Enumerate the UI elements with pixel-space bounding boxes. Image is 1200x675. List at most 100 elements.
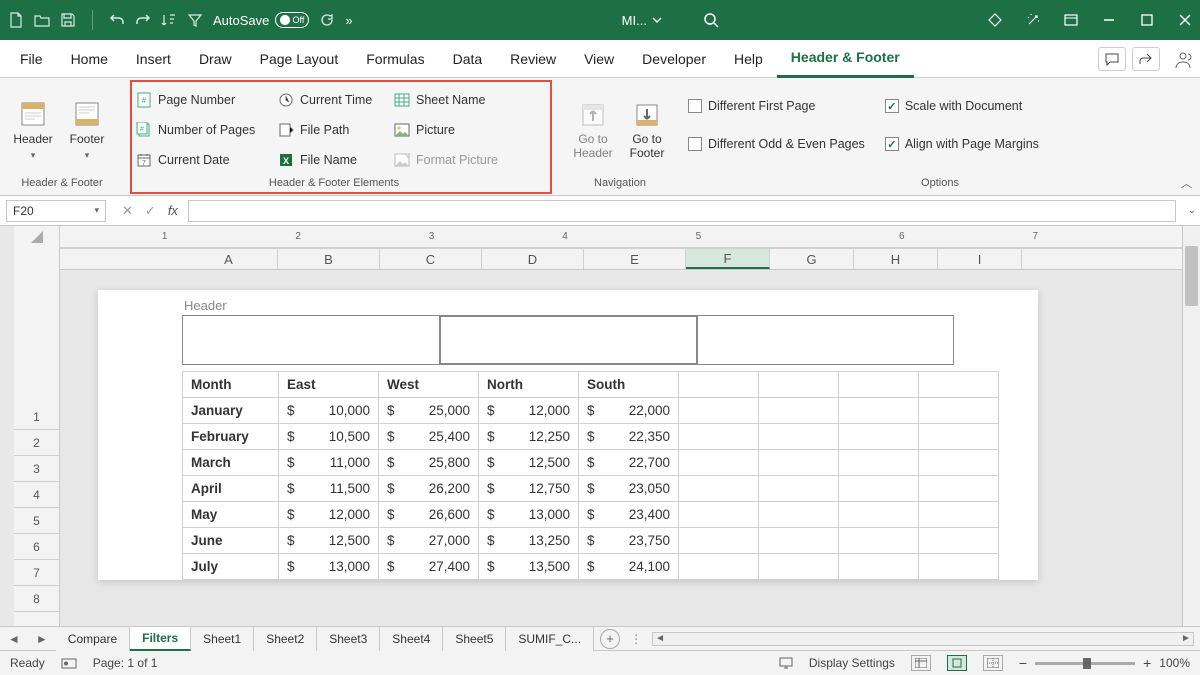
cell[interactable] xyxy=(919,502,999,528)
account-icon[interactable] xyxy=(1172,48,1194,70)
cell[interactable] xyxy=(759,502,839,528)
cell[interactable]: $10,000 xyxy=(279,398,379,424)
file-path-button[interactable]: File Path xyxy=(274,118,386,142)
column-header[interactable]: E xyxy=(584,249,686,269)
column-header[interactable]: G xyxy=(770,249,854,269)
cell[interactable] xyxy=(839,528,919,554)
sheet-name-button[interactable]: Sheet Name xyxy=(390,88,520,112)
cell[interactable] xyxy=(679,554,759,580)
zoom-out-button[interactable]: − xyxy=(1019,655,1027,671)
cell[interactable] xyxy=(679,450,759,476)
wand-icon[interactable] xyxy=(1026,13,1040,27)
row-header[interactable]: 6 xyxy=(14,534,59,560)
cell[interactable]: April xyxy=(183,476,279,502)
page-number-button[interactable]: # Page Number xyxy=(132,88,270,112)
goto-footer-button[interactable]: Go to Footer xyxy=(622,82,672,173)
select-all-corner[interactable] xyxy=(14,226,60,248)
cell[interactable]: $12,750 xyxy=(479,476,579,502)
cell[interactable]: $26,200 xyxy=(379,476,479,502)
tab-file[interactable]: File xyxy=(6,40,57,78)
cell[interactable]: July xyxy=(183,554,279,580)
maximize-icon[interactable] xyxy=(1140,13,1154,27)
cell[interactable]: $10,500 xyxy=(279,424,379,450)
cell[interactable]: $25,000 xyxy=(379,398,479,424)
new-sheet-button[interactable]: + xyxy=(600,629,620,649)
cell[interactable]: $12,500 xyxy=(479,450,579,476)
refresh-icon[interactable] xyxy=(319,12,335,28)
close-icon[interactable] xyxy=(1178,13,1192,27)
sheet-nav-prev[interactable]: ◄ xyxy=(0,632,28,646)
cell[interactable] xyxy=(919,476,999,502)
cell[interactable]: $22,000 xyxy=(579,398,679,424)
cell[interactable]: February xyxy=(183,424,279,450)
undo-icon[interactable] xyxy=(109,12,125,28)
vertical-scrollbar[interactable] xyxy=(1182,226,1200,626)
row-header[interactable]: 7 xyxy=(14,560,59,586)
qat-more[interactable]: » xyxy=(345,13,352,28)
cell[interactable]: $27,400 xyxy=(379,554,479,580)
display-settings-icon[interactable] xyxy=(779,656,793,670)
diamond-icon[interactable] xyxy=(988,13,1002,27)
autosave-toggle[interactable]: AutoSave Off xyxy=(213,12,309,28)
cell[interactable] xyxy=(679,476,759,502)
goto-header-button[interactable]: Go to Header xyxy=(568,82,618,173)
collapse-ribbon-icon[interactable]: ︿ xyxy=(1181,175,1192,191)
cell[interactable] xyxy=(679,424,759,450)
filter-icon[interactable] xyxy=(187,12,203,28)
search-icon[interactable] xyxy=(703,12,719,28)
cell[interactable]: $12,250 xyxy=(479,424,579,450)
number-of-pages-button[interactable]: # Number of Pages xyxy=(132,118,270,142)
cell[interactable]: $13,500 xyxy=(479,554,579,580)
cell[interactable]: $26,600 xyxy=(379,502,479,528)
cell[interactable]: January xyxy=(183,398,279,424)
open-file-icon[interactable] xyxy=(34,12,50,28)
cell[interactable]: $12,500 xyxy=(279,528,379,554)
sheet-tab[interactable]: SUMIF_C... xyxy=(506,627,594,651)
page-header-editor[interactable] xyxy=(182,315,954,365)
different-first-page-checkbox[interactable]: Different First Page xyxy=(688,94,865,118)
column-header[interactable]: F xyxy=(686,249,770,269)
sheet-tab[interactable]: Sheet3 xyxy=(317,627,380,651)
tab-insert[interactable]: Insert xyxy=(122,40,185,78)
sheet-tab[interactable]: Sheet4 xyxy=(380,627,443,651)
cell[interactable] xyxy=(759,528,839,554)
sheet-tab[interactable]: Compare xyxy=(56,627,130,651)
file-name-button[interactable]: X File Name xyxy=(274,148,386,172)
cell[interactable] xyxy=(919,554,999,580)
sheet-tab[interactable]: Filters xyxy=(130,627,191,651)
current-date-button[interactable]: 7 Current Date xyxy=(132,148,270,172)
cell[interactable] xyxy=(759,450,839,476)
cell[interactable] xyxy=(919,528,999,554)
tab-help[interactable]: Help xyxy=(720,40,777,78)
tab-home[interactable]: Home xyxy=(57,40,122,78)
tab-developer[interactable]: Developer xyxy=(628,40,720,78)
page-break-view-button[interactable] xyxy=(983,655,1003,671)
cell[interactable]: $22,700 xyxy=(579,450,679,476)
tab-view[interactable]: View xyxy=(570,40,628,78)
row-header[interactable]: 8 xyxy=(14,586,59,612)
row-header[interactable]: 1 xyxy=(14,404,59,430)
sheet-nav-next[interactable]: ► xyxy=(28,632,56,646)
sheet-tab[interactable]: Sheet5 xyxy=(443,627,506,651)
minimize-icon[interactable] xyxy=(1102,13,1116,27)
cell[interactable] xyxy=(839,424,919,450)
row-header[interactable]: 4 xyxy=(14,482,59,508)
picture-button[interactable]: Picture xyxy=(390,118,520,142)
cell[interactable]: $23,750 xyxy=(579,528,679,554)
expand-formula-bar-icon[interactable]: ⌄ xyxy=(1184,205,1200,216)
cell[interactable] xyxy=(839,450,919,476)
cell[interactable]: $25,800 xyxy=(379,450,479,476)
formula-input[interactable] xyxy=(188,200,1176,222)
cell[interactable]: $23,400 xyxy=(579,502,679,528)
row-header[interactable]: 2 xyxy=(14,430,59,456)
horizontal-scrollbar[interactable]: ◄► xyxy=(652,632,1194,646)
zoom-level[interactable]: 100% xyxy=(1159,656,1190,670)
share-button[interactable] xyxy=(1132,47,1160,71)
cell[interactable] xyxy=(839,398,919,424)
cell[interactable]: $13,250 xyxy=(479,528,579,554)
cancel-icon[interactable]: ✕ xyxy=(122,203,133,219)
tab-header-footer[interactable]: Header & Footer xyxy=(777,40,914,78)
new-file-icon[interactable] xyxy=(8,12,24,28)
cell[interactable] xyxy=(919,424,999,450)
save-icon[interactable] xyxy=(60,12,76,28)
